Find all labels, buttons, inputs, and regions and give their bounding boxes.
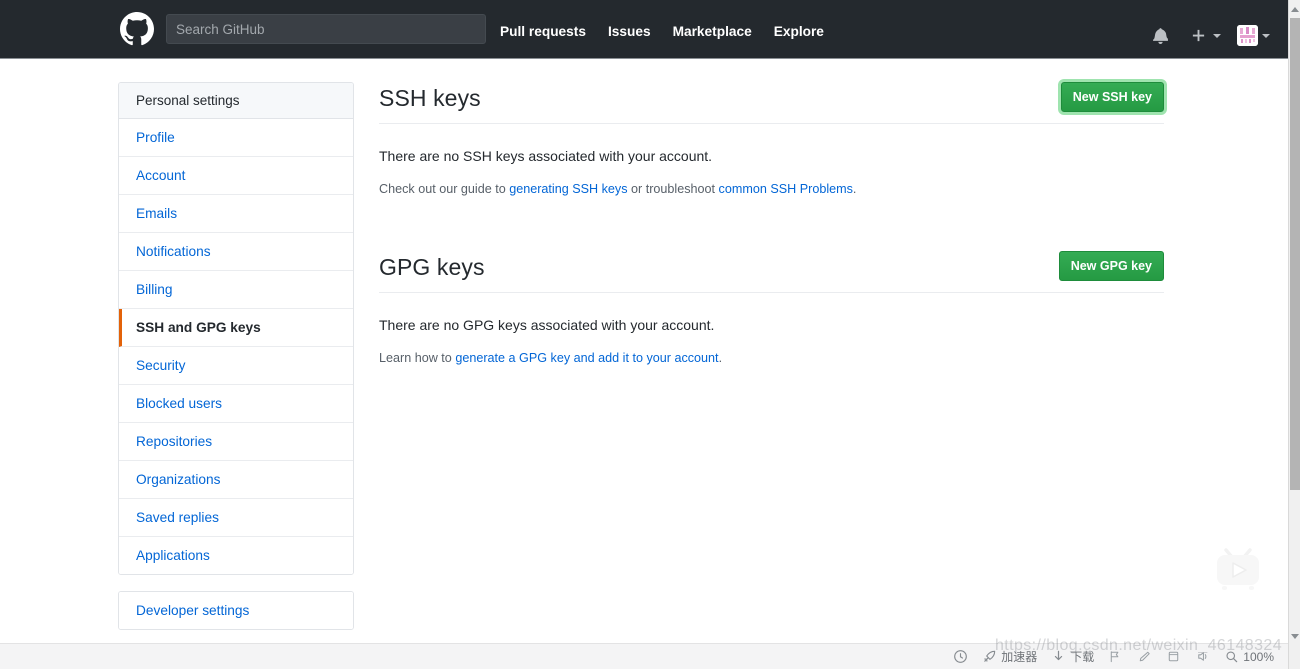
new-gpg-key-button[interactable]: New GPG key bbox=[1058, 250, 1164, 281]
main-content: SSH keys New SSH key There are no SSH ke… bbox=[379, 82, 1164, 379]
sidebar-item-profile[interactable]: Profile bbox=[119, 119, 353, 157]
gpg-keys-header: GPG keys New GPG key bbox=[379, 250, 1164, 293]
video-play-icon[interactable] bbox=[1210, 542, 1266, 594]
sidebar-item-applications[interactable]: Applications bbox=[119, 537, 353, 574]
gpg-help-text: Learn how to generate a GPG key and add … bbox=[379, 349, 1164, 367]
developer-settings-box: Developer settings bbox=[118, 591, 354, 630]
common-ssh-problems-link[interactable]: common SSH Problems bbox=[719, 182, 853, 196]
gpg-empty-message: There are no GPG keys associated with yo… bbox=[379, 316, 715, 333]
nav-marketplace[interactable]: Marketplace bbox=[673, 24, 752, 39]
download-button[interactable]: 下载 bbox=[1051, 648, 1094, 665]
sidebar-item-security[interactable]: Security bbox=[119, 347, 353, 385]
sidebar-item-developer-settings[interactable]: Developer settings bbox=[119, 592, 353, 629]
ssh-keys-header: SSH keys New SSH key bbox=[379, 82, 1164, 124]
sound-icon[interactable] bbox=[1195, 649, 1210, 664]
nav-explore[interactable]: Explore bbox=[774, 24, 824, 39]
settings-sidebar: Personal settings Profile Account Emails… bbox=[118, 82, 354, 630]
ssh-help-suffix: . bbox=[852, 182, 857, 196]
plus-icon[interactable] bbox=[1187, 22, 1209, 50]
header-right-actions bbox=[1145, 6, 1288, 65]
edit-pen-icon[interactable] bbox=[1137, 649, 1152, 664]
personal-settings-box: Personal settings Profile Account Emails… bbox=[118, 82, 354, 575]
sidebar-item-organizations[interactable]: Organizations bbox=[119, 461, 353, 499]
shield-clock-icon[interactable] bbox=[953, 649, 968, 664]
search-box[interactable] bbox=[166, 14, 486, 44]
bell-icon[interactable] bbox=[1145, 22, 1175, 50]
zoom-level-label: 100% bbox=[1243, 649, 1274, 664]
primary-nav: Pull requests Issues Marketplace Explore bbox=[500, 24, 824, 39]
ssh-keys-title: SSH keys bbox=[379, 85, 481, 111]
scrollbar-thumb[interactable] bbox=[1290, 18, 1300, 490]
search-input[interactable] bbox=[176, 21, 476, 37]
zoom-level-button[interactable]: 100% bbox=[1224, 649, 1274, 664]
accelerator-button[interactable]: 加速器 bbox=[982, 648, 1037, 665]
flag-icon[interactable] bbox=[1108, 649, 1123, 664]
sidebar-item-notifications[interactable]: Notifications bbox=[119, 233, 353, 271]
nav-pull-requests[interactable]: Pull requests bbox=[500, 24, 586, 39]
sidebar-item-ssh-and-gpg-keys[interactable]: SSH and GPG keys bbox=[119, 309, 353, 347]
nav-issues[interactable]: Issues bbox=[608, 24, 651, 39]
download-label: 下载 bbox=[1070, 650, 1095, 664]
ssh-keys-section: SSH keys New SSH key There are no SSH ke… bbox=[379, 82, 1164, 198]
generating-ssh-keys-link[interactable]: generating SSH keys bbox=[509, 182, 627, 196]
sidebar-section-title: Personal settings bbox=[119, 83, 353, 119]
sidebar-item-billing[interactable]: Billing bbox=[119, 271, 353, 309]
github-mark-icon[interactable] bbox=[120, 12, 154, 46]
gpg-keys-section: GPG keys New GPG key There are no GPG ke… bbox=[379, 250, 1164, 367]
page-content: Personal settings Profile Account Emails… bbox=[0, 60, 1288, 669]
caret-up-icon[interactable] bbox=[1289, 2, 1300, 16]
sidebar-item-saved-replies[interactable]: Saved replies bbox=[119, 499, 353, 537]
gpg-help-suffix: . bbox=[718, 350, 723, 365]
browser-status-bar: 加速器 下载 100% bbox=[0, 643, 1288, 669]
ssh-help-text: Check out our guide to generating SSH ke… bbox=[379, 180, 1164, 198]
sidebar-item-emails[interactable]: Emails bbox=[119, 195, 353, 233]
ssh-help-middle: or troubleshoot bbox=[627, 182, 719, 196]
caret-down-icon[interactable] bbox=[1289, 629, 1300, 643]
gpg-keys-title: GPG keys bbox=[379, 253, 485, 280]
sidebar-item-account[interactable]: Account bbox=[119, 157, 353, 195]
chevron-down-icon-create[interactable] bbox=[1213, 33, 1221, 38]
sidebar-item-blocked-users[interactable]: Blocked users bbox=[119, 385, 353, 423]
gpg-help-prefix: Learn how to bbox=[379, 350, 456, 365]
window-icon[interactable] bbox=[1166, 649, 1181, 664]
accelerator-label: 加速器 bbox=[1001, 650, 1038, 664]
github-top-header: Pull requests Issues Marketplace Explore bbox=[0, 0, 1288, 59]
generate-gpg-key-link[interactable]: generate a GPG key and add it to your ac… bbox=[455, 351, 718, 365]
avatar[interactable] bbox=[1237, 25, 1258, 46]
chevron-down-icon-avatar[interactable] bbox=[1262, 33, 1270, 38]
ssh-help-prefix: Check out our guide to bbox=[379, 182, 510, 196]
ssh-empty-message: There are no SSH keys associated with yo… bbox=[379, 148, 713, 164]
sidebar-item-repositories[interactable]: Repositories bbox=[119, 423, 353, 461]
page-scrollbar[interactable] bbox=[1288, 0, 1300, 669]
new-ssh-key-button[interactable]: New SSH key bbox=[1060, 82, 1164, 112]
